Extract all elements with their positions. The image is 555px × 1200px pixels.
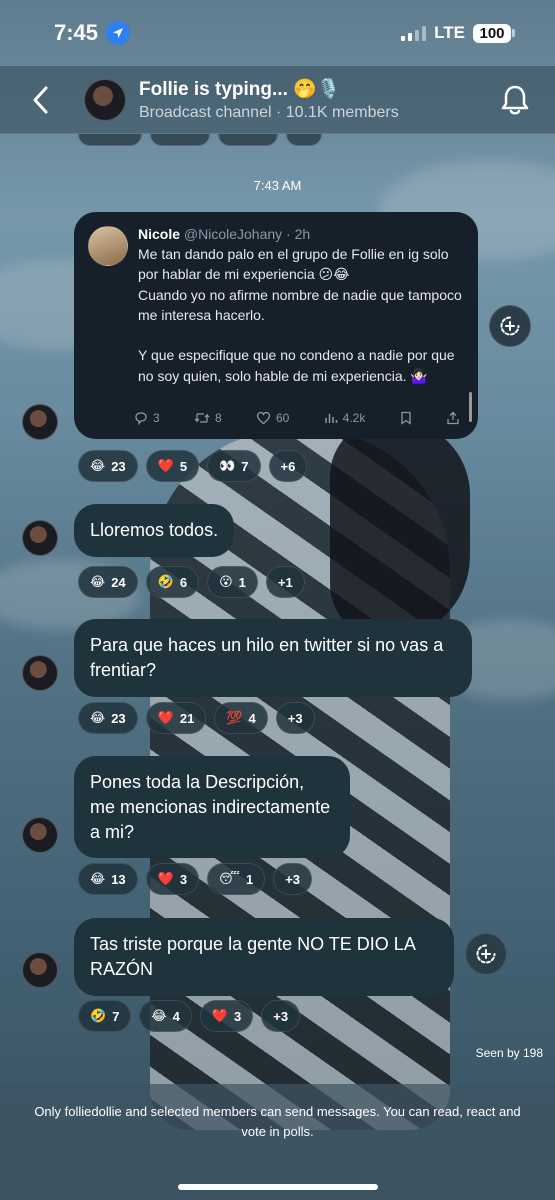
tweet-reply: 3	[134, 411, 160, 425]
forward-add-icon	[500, 316, 520, 336]
reaction-chip[interactable]: 😂 23	[78, 450, 138, 482]
tweet-view-count: 4.2k	[342, 411, 366, 425]
tweet-like: 60	[256, 411, 289, 425]
reaction-chip[interactable]: 🤣 6	[145, 566, 200, 598]
reaction-chip[interactable]: 💯 4	[214, 702, 268, 734]
more-reactions-chip[interactable]: +1	[265, 566, 305, 598]
channel-title: Follie is typing... 🤭🎙️	[139, 79, 341, 100]
message-text: Lloremos todos.	[90, 520, 219, 540]
home-indicator[interactable]	[178, 1184, 378, 1190]
battery-icon: 100	[473, 23, 515, 43]
sender-avatar[interactable]	[22, 817, 58, 853]
tweet-text: Me tan dando palo en el grupo de Follie …	[138, 246, 462, 384]
message-text: Para que haces un hilo en twitter si no …	[90, 635, 444, 680]
signal-strength-icon	[401, 25, 427, 41]
notifications-button[interactable]	[495, 80, 535, 120]
message-reactions: 😂 24 🤣 6 😮 1 +1	[78, 566, 305, 598]
heart-outline-icon	[256, 411, 271, 425]
channel-info[interactable]: Follie is typing... 🤭🎙️ Broadcast channe…	[139, 77, 495, 122]
views-chart-icon	[324, 414, 337, 423]
sender-avatar[interactable]	[22, 404, 58, 440]
seen-by-count[interactable]: Seen by 198	[476, 1046, 543, 1060]
status-bar: 7:45 LTE 100	[0, 0, 555, 66]
reaction-chip[interactable]: 😂 24	[78, 566, 138, 598]
more-reactions-chip[interactable]: +3	[273, 863, 313, 895]
tweet-author: Nicole @NicoleJohany · 2h	[138, 226, 464, 242]
broadcast-permission-notice: Only folliedollie and selected members c…	[34, 1104, 521, 1139]
reaction-chip[interactable]: 😂 13	[78, 863, 138, 895]
share-upload-icon	[446, 411, 460, 425]
tweet-author-handle: @NicoleJohany · 2h	[183, 226, 311, 242]
more-reactions-chip[interactable]: +6	[268, 450, 308, 482]
reaction-chip[interactable]: 😂 4	[139, 1000, 192, 1032]
reaction-chip[interactable]: 👀 7	[207, 450, 261, 482]
reply-icon	[135, 412, 147, 425]
tweet-views: 4.2k	[324, 411, 366, 425]
message-bubble[interactable]: Lloremos todos.	[74, 504, 235, 557]
message-reactions: 🤣 7 😂 4 ❤️ 3 +3	[78, 1000, 301, 1032]
message-text: Tas triste porque la gente NO TE DIO LA …	[90, 934, 415, 979]
sender-avatar[interactable]	[22, 952, 58, 988]
status-time: 7:45	[54, 20, 99, 45]
tweet-like-count: 60	[276, 411, 290, 425]
channel-subtitle: Broadcast channel · 10.1K members	[139, 104, 399, 121]
tweet-card[interactable]: Nicole @NicoleJohany · 2h Me tan dando p…	[74, 212, 478, 439]
battery-level: 100	[473, 23, 511, 43]
reaction-chip[interactable]: ❤️ 3	[199, 1000, 254, 1032]
reaction-chip[interactable]: 😴 1	[207, 863, 266, 895]
back-button[interactable]	[20, 80, 60, 120]
forward-button[interactable]	[489, 305, 531, 347]
broadcast-footer: Only folliedollie and selected members c…	[0, 1084, 555, 1200]
bookmark-icon	[400, 411, 412, 425]
reaction-chip[interactable]: 😂 23	[78, 702, 138, 734]
message-bubble[interactable]: Pones toda la Descripción, me mencionas …	[74, 756, 350, 859]
message-bubble[interactable]: Tas triste porque la gente NO TE DIO LA …	[74, 918, 454, 996]
tweet-scrollbar	[469, 392, 472, 422]
tweet-reply-count: 3	[153, 411, 160, 425]
message-timestamp: 7:43 AM	[253, 178, 302, 193]
reaction-chip[interactable]: ❤️ 5	[145, 450, 200, 482]
message-text: Pones toda la Descripción, me mencionas …	[90, 772, 331, 842]
previous-reactions-partial	[78, 134, 322, 146]
network-type: LTE	[434, 23, 465, 42]
forward-add-icon	[476, 944, 496, 964]
reaction-chip[interactable]: ❤️ 3	[145, 863, 200, 895]
sender-avatar[interactable]	[22, 520, 58, 556]
tweet-author-name: Nicole	[138, 226, 181, 242]
message-reactions: 😂 23 ❤️ 21 💯 4 +3	[78, 702, 315, 734]
reaction-chip[interactable]: 😮 1	[207, 566, 258, 598]
reaction-chip[interactable]: 🤣 7	[78, 1000, 132, 1032]
tweet-reactions: 😂 23 ❤️ 5 👀 7 +6	[78, 450, 308, 482]
message-bubble[interactable]: Para que haces un hilo en twitter si no …	[74, 619, 472, 697]
reaction-chip[interactable]: ❤️ 21	[145, 702, 207, 734]
more-reactions-chip[interactable]: +3	[261, 1000, 301, 1032]
forward-button[interactable]	[465, 933, 507, 975]
chevron-left-icon	[33, 86, 48, 113]
tweet-actions: 3 8 60 4.2k	[134, 411, 460, 425]
tweet-author-avatar	[88, 226, 128, 266]
tweet-retweet-count: 8	[215, 411, 222, 425]
bell-icon	[501, 85, 529, 114]
sender-avatar[interactable]	[22, 655, 58, 691]
retweet-icon	[194, 413, 210, 423]
channel-header: Follie is typing... 🤭🎙️ Broadcast channe…	[0, 66, 555, 134]
message-reactions: 😂 13 ❤️ 3 😴 1 +3	[78, 863, 313, 895]
tweet-retweet: 8	[194, 411, 222, 425]
more-reactions-chip[interactable]: +3	[275, 702, 315, 734]
location-arrow-icon	[106, 21, 131, 45]
channel-avatar[interactable]	[84, 78, 126, 121]
